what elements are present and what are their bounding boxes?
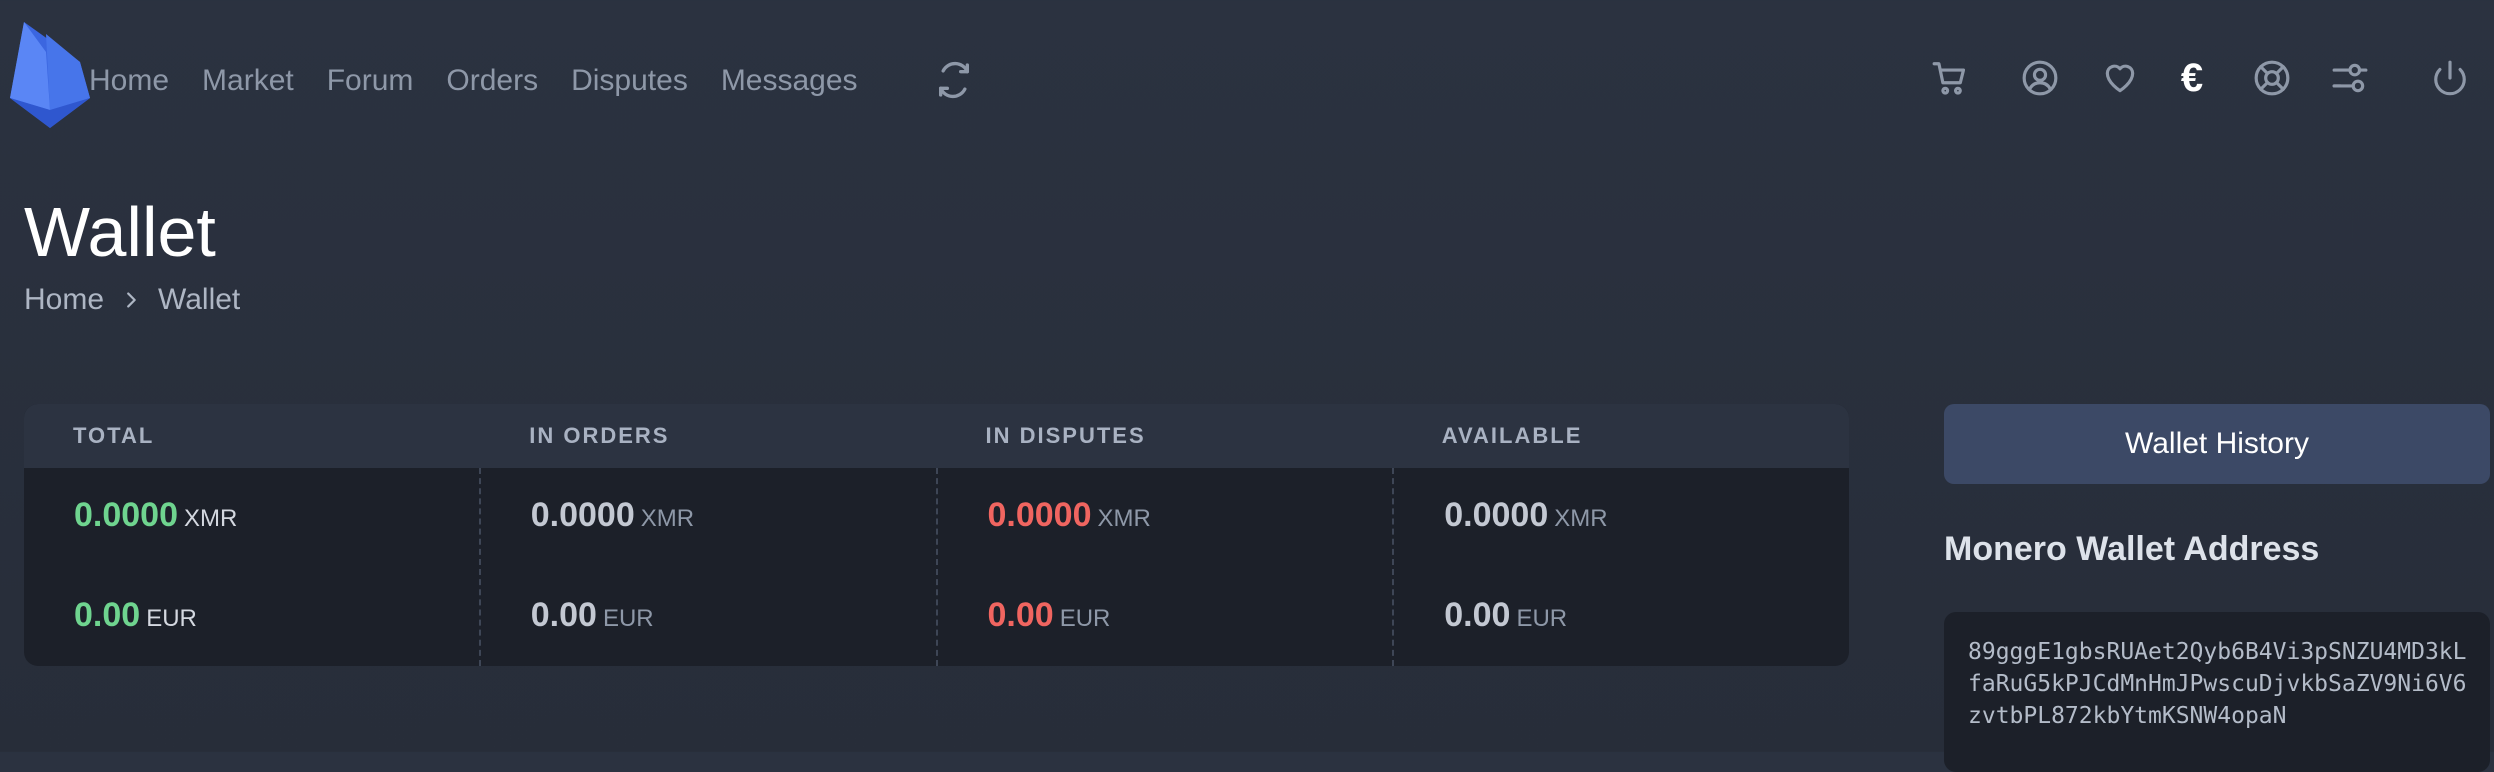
wallet-address-text[interactable]: 89gggE1gbsRUAet2Qyb6B4Vi3pSNZU4MD3kLfaRu… [1968,636,2478,732]
nav-messages[interactable]: Messages [721,56,858,106]
settings-sliders-icon[interactable] [2328,56,2372,100]
page-title: Wallet [24,193,216,271]
in-orders-xmr-amount: 0.0000 [530,496,635,534]
heart-icon[interactable] [2098,56,2142,100]
available-xmr-amount: 0.0000 [1444,496,1549,534]
col-header-available: AVAILABLE [1441,423,1583,448]
in-disputes-eur-amount: 0.00 [987,596,1054,634]
site-logo[interactable] [6,22,90,128]
balance-in-disputes: 0.0000 XMR 0.00 EUR [938,468,1395,666]
balances-header: TOTAL IN ORDERS IN DISPUTES AVAILABLE [24,404,1849,468]
chevron-right-icon [120,289,142,311]
available-eur-amount: 0.00 [1444,596,1511,634]
euro-icon[interactable]: € [2170,56,2214,100]
main-nav: Home Market Forum Orders Disputes Messag… [89,56,891,106]
wallet-address-title: Monero Wallet Address [1944,530,2320,568]
in-disputes-eur-unit: EUR [1059,605,1111,632]
available-eur-unit: EUR [1516,605,1568,632]
breadcrumb-home[interactable]: Home [24,283,104,317]
balance-available: 0.0000 XMR 0.00 EUR [1394,468,1849,666]
total-eur-unit: EUR [146,605,197,632]
balance-in-orders: 0.0000 XMR 0.00 EUR [481,468,938,666]
nav-disputes[interactable]: Disputes [571,56,688,106]
breadcrumb-current: Wallet [158,283,241,316]
in-orders-xmr-unit: XMR [640,505,695,532]
power-icon[interactable] [2428,56,2472,100]
user-icon[interactable] [2018,56,2062,100]
in-orders-eur-amount: 0.00 [530,596,597,634]
wallet-address-box[interactable]: 89gggE1gbsRUAet2Qyb6B4Vi3pSNZU4MD3kLfaRu… [1944,612,2490,772]
nav-forum[interactable]: Forum [327,56,414,106]
currency-symbol: € [2180,56,2204,100]
support-icon[interactable] [2250,56,2294,100]
col-header-in-disputes: IN DISPUTES [985,423,1146,448]
col-header-in-orders: IN ORDERS [529,423,670,448]
total-xmr-unit: XMR [184,505,238,532]
balances-table: TOTAL IN ORDERS IN DISPUTES AVAILABLE 0.… [24,404,1849,666]
balance-total: 0.0000 XMR 0.00 EUR [24,468,481,666]
in-disputes-xmr-unit: XMR [1097,505,1151,532]
col-header-total: TOTAL [73,423,155,448]
in-orders-eur-unit: EUR [602,605,654,632]
total-eur-amount: 0.00 [74,596,141,634]
refresh-icon[interactable] [934,60,978,104]
total-xmr-amount: 0.0000 [74,496,178,534]
balances-body: 0.0000 XMR 0.00 EUR 0.0000 XMR 0.00 EUR 0.00… [24,468,1849,666]
nav-orders[interactable]: Orders [446,56,538,106]
cart-icon[interactable] [1928,56,1972,100]
wallet-history-button[interactable]: Wallet History [1944,404,2490,484]
in-disputes-xmr-amount: 0.0000 [987,496,1092,534]
nav-home[interactable]: Home [89,56,169,106]
nav-market[interactable]: Market [202,56,294,106]
breadcrumb: Home Wallet [24,283,240,317]
available-xmr-unit: XMR [1554,505,1608,532]
